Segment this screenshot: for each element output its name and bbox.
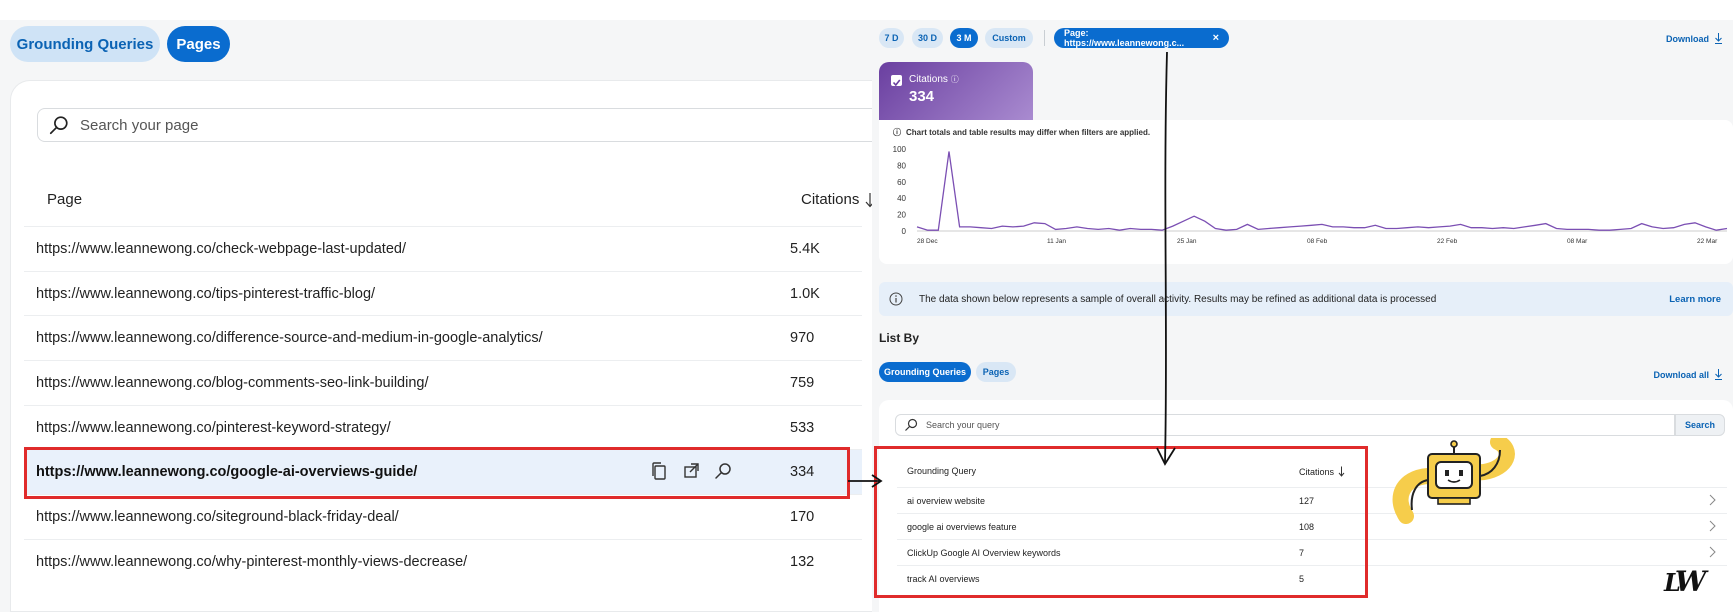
page-url[interactable]: https://www.leannewong.co/check-webpage-…: [36, 241, 406, 257]
table-row[interactable]: https://www.leannewong.co/blog-comments-…: [24, 360, 862, 405]
citation-count: 132: [790, 553, 815, 570]
citation-count: 970: [790, 330, 815, 347]
table-row[interactable]: https://www.leannewong.co/tips-pinterest…: [24, 270, 862, 316]
metric-value: 334: [909, 88, 935, 105]
page-url[interactable]: https://www.leannewong.co/tips-pinterest…: [36, 286, 375, 302]
x-tick-label: 08 Mar: [1567, 238, 1588, 245]
page-url[interactable]: https://www.leannewong.co/pinterest-keyw…: [36, 420, 391, 436]
divider: [1044, 30, 1045, 46]
table-row[interactable]: https://www.leannewong.co/siteground-bla…: [24, 494, 862, 539]
y-tick-label: 20: [897, 211, 906, 220]
citations-metric-card[interactable]: Citations ⓘ 334: [879, 62, 1033, 120]
table-row[interactable]: https://www.leannewong.co/why-pinterest-…: [24, 538, 862, 584]
checkbox-checked[interactable]: [891, 75, 902, 87]
highlight-box-queries: [874, 446, 1368, 598]
y-tick-label: 100: [893, 145, 907, 154]
metric-label-text: Citations: [909, 74, 948, 85]
y-tick-label: 80: [897, 161, 906, 170]
range-custom[interactable]: Custom: [985, 28, 1033, 48]
table-row[interactable]: https://www.leannewong.co/check-webpage-…: [24, 226, 862, 271]
citation-count: 533: [790, 419, 815, 436]
close-icon[interactable]: ×: [1213, 32, 1219, 44]
x-tick-label: 22 Feb: [1437, 238, 1458, 245]
citation-count: 5.4K: [790, 241, 820, 257]
query-search-input[interactable]: [926, 420, 1526, 430]
y-tick-label: 40: [897, 194, 906, 203]
info-icon: [889, 292, 903, 306]
list-tab-grounding-queries[interactable]: Grounding Queries: [879, 362, 971, 382]
chevron-right-icon[interactable]: [1707, 494, 1717, 506]
pages-table-header: Page Citations: [37, 191, 875, 221]
notice-text: The data shown below represents a sample…: [919, 293, 1437, 305]
download-icon: [1715, 369, 1722, 380]
page-url[interactable]: https://www.leannewong.co/blog-comments-…: [36, 375, 429, 391]
highlight-box-selected-page: [24, 447, 850, 499]
citation-count: 170: [790, 509, 815, 526]
download-icon: [1715, 33, 1722, 44]
tab-grounding-queries[interactable]: Grounding Queries: [10, 26, 160, 62]
list-by-heading: List By: [879, 331, 920, 345]
filter-chip-label: Page: https://www.leannewong.c...: [1064, 28, 1185, 48]
download-label: Download: [1666, 33, 1709, 44]
search-icon: [49, 116, 68, 135]
x-tick-label: 08 Feb: [1307, 238, 1328, 245]
x-tick-label: 22 Mar: [1697, 238, 1718, 245]
page-search-box[interactable]: [37, 108, 873, 142]
range-7d[interactable]: 7 D: [879, 28, 904, 48]
citations-chart: ⓘ Chart totals and table results may dif…: [879, 120, 1733, 264]
citation-count: 759: [790, 375, 815, 392]
line-chart: 0 20 40 60 80 100 28 Dec 11 Jan 25 Jan 08 Feb 22 F…: [893, 145, 1728, 245]
table-row[interactable]: https://www.leannewong.co/difference-sou…: [24, 315, 862, 360]
chevron-right-icon[interactable]: [1707, 546, 1717, 558]
x-tick-label: 11 Jan: [1047, 238, 1066, 245]
y-tick-label: 0: [902, 227, 907, 236]
info-icon: ⓘ: [950, 75, 959, 84]
screenshot-stage: Grounding Queries Pages Page Citations h…: [0, 0, 1733, 612]
citation-count: 1.0K: [790, 285, 820, 302]
y-tick-label: 60: [897, 178, 906, 187]
download-all-button[interactable]: Download all: [1653, 369, 1723, 380]
citations-series-line: [916, 151, 1728, 231]
column-header-citations[interactable]: Citations: [801, 191, 875, 208]
range-30d[interactable]: 30 D: [912, 28, 943, 48]
x-tick-label: 28 Dec: [917, 238, 938, 245]
robot-doodle-icon: [1392, 438, 1515, 524]
x-tick-label: 25 Jan: [1177, 238, 1197, 245]
search-icon: [905, 418, 918, 431]
page-url[interactable]: https://www.leannewong.co/siteground-bla…: [36, 509, 399, 525]
range-3m[interactable]: 3 M: [950, 28, 978, 48]
citations-header-label: Citations: [801, 191, 860, 208]
pages-table-body: https://www.leannewong.co/check-webpage-…: [24, 226, 862, 584]
list-tab-pages[interactable]: Pages: [976, 362, 1016, 382]
page-url[interactable]: https://www.leannewong.co/difference-sou…: [36, 330, 543, 346]
pages-panel: Grounding Queries Pages Page Citations h…: [0, 20, 875, 612]
download-button[interactable]: Download: [1666, 33, 1723, 44]
page-filter-chip[interactable]: Page: https://www.leannewong.c... ×: [1054, 28, 1229, 48]
chevron-right-icon[interactable]: [1707, 520, 1717, 532]
query-search-box[interactable]: [895, 414, 1675, 436]
search-button[interactable]: Search: [1675, 414, 1725, 436]
column-header-page[interactable]: Page: [47, 191, 82, 208]
sample-data-notice: The data shown below represents a sample…: [879, 282, 1733, 316]
table-row[interactable]: https://www.leannewong.co/pinterest-keyw…: [24, 404, 862, 450]
page-search-input[interactable]: [80, 116, 780, 134]
lw-logo: LW: [1664, 565, 1706, 598]
metric-label: Citations ⓘ: [909, 74, 959, 85]
page-url[interactable]: https://www.leannewong.co/why-pinterest-…: [36, 554, 467, 570]
download-all-label: Download all: [1653, 369, 1709, 380]
learn-more-link[interactable]: Learn more: [1669, 294, 1721, 305]
tab-pages[interactable]: Pages: [167, 26, 230, 62]
